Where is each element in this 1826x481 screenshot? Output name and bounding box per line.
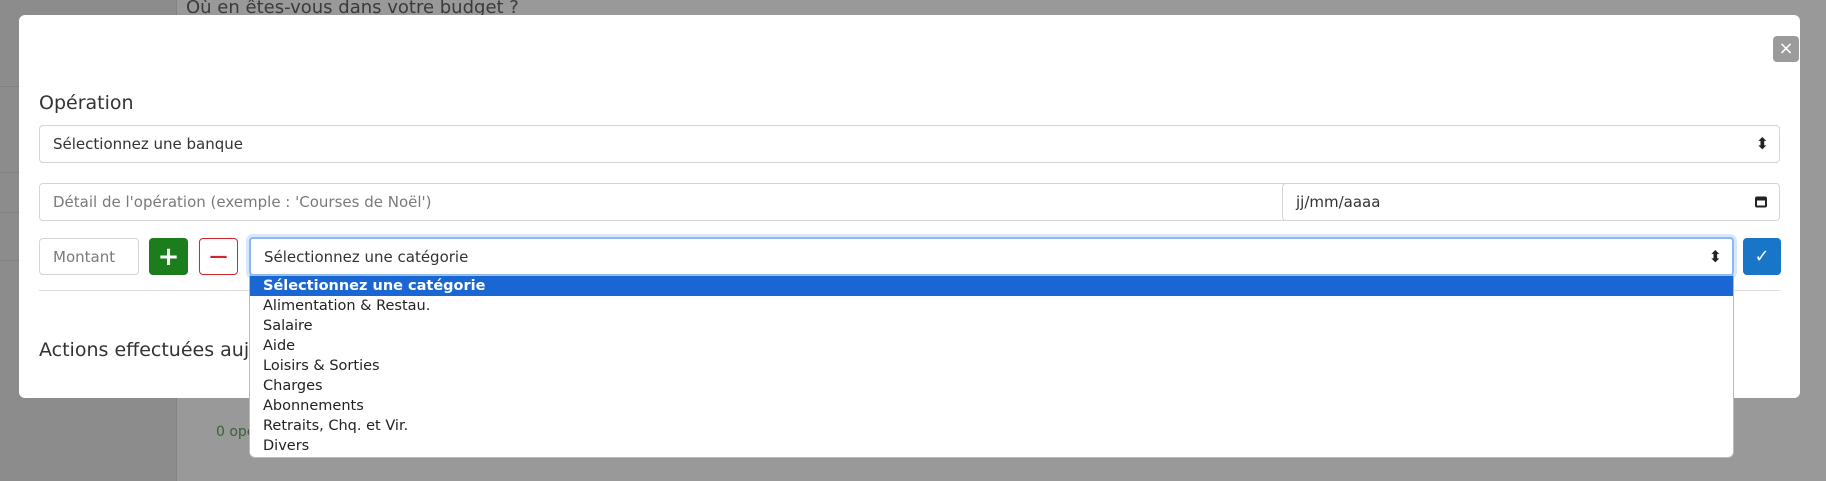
category-select-value: Sélectionnez une catégorie (264, 247, 469, 266)
category-option[interactable]: Divers (250, 436, 1733, 456)
date-input[interactable]: jj/mm/aaaa (1282, 183, 1780, 221)
plus-icon: + (157, 241, 180, 272)
category-select[interactable]: Sélectionnez une catégorie ⬍ (249, 237, 1734, 276)
bank-select[interactable]: Sélectionnez une banque ⬍ (39, 125, 1780, 163)
bank-select-value: Sélectionnez une banque (53, 135, 243, 153)
check-icon: ✓ (1754, 245, 1770, 267)
minus-icon: − (207, 241, 230, 272)
add-credit-button[interactable]: + (149, 238, 188, 275)
category-option[interactable]: Aide (250, 336, 1733, 356)
actions-title: Actions effectuées aujou (39, 339, 273, 361)
add-debit-button[interactable]: − (199, 238, 238, 275)
operation-detail-placeholder: Détail de l'opération (exemple : 'Course… (53, 193, 432, 211)
close-icon: × (1778, 38, 1794, 59)
select-arrows-icon: ⬍ (1708, 246, 1722, 266)
amount-placeholder: Montant (53, 247, 116, 266)
section-title: Opération (39, 92, 134, 114)
category-option[interactable]: Charges (250, 376, 1733, 396)
operation-detail-input[interactable]: Détail de l'opération (exemple : 'Course… (39, 183, 1292, 221)
category-option[interactable]: Loisirs & Sorties (250, 356, 1733, 376)
category-option[interactable]: Alimentation & Restau. (250, 296, 1733, 316)
category-option[interactable]: Abonnements (250, 396, 1733, 416)
category-option[interactable]: Retraits, Chq. et Vir. (250, 416, 1733, 436)
calendar-icon[interactable] (1755, 196, 1767, 208)
confirm-button[interactable]: ✓ (1743, 238, 1781, 275)
category-option[interactable]: Sélectionnez une catégorie (250, 276, 1733, 296)
close-button[interactable]: × (1773, 36, 1799, 62)
category-dropdown-list[interactable]: Sélectionnez une catégorie Alimentation &… (249, 275, 1734, 458)
amount-input[interactable]: Montant (39, 238, 139, 275)
category-option[interactable]: Salaire (250, 316, 1733, 336)
select-arrows-icon: ⬍ (1755, 134, 1769, 153)
date-input-value: jj/mm/aaaa (1296, 193, 1381, 211)
